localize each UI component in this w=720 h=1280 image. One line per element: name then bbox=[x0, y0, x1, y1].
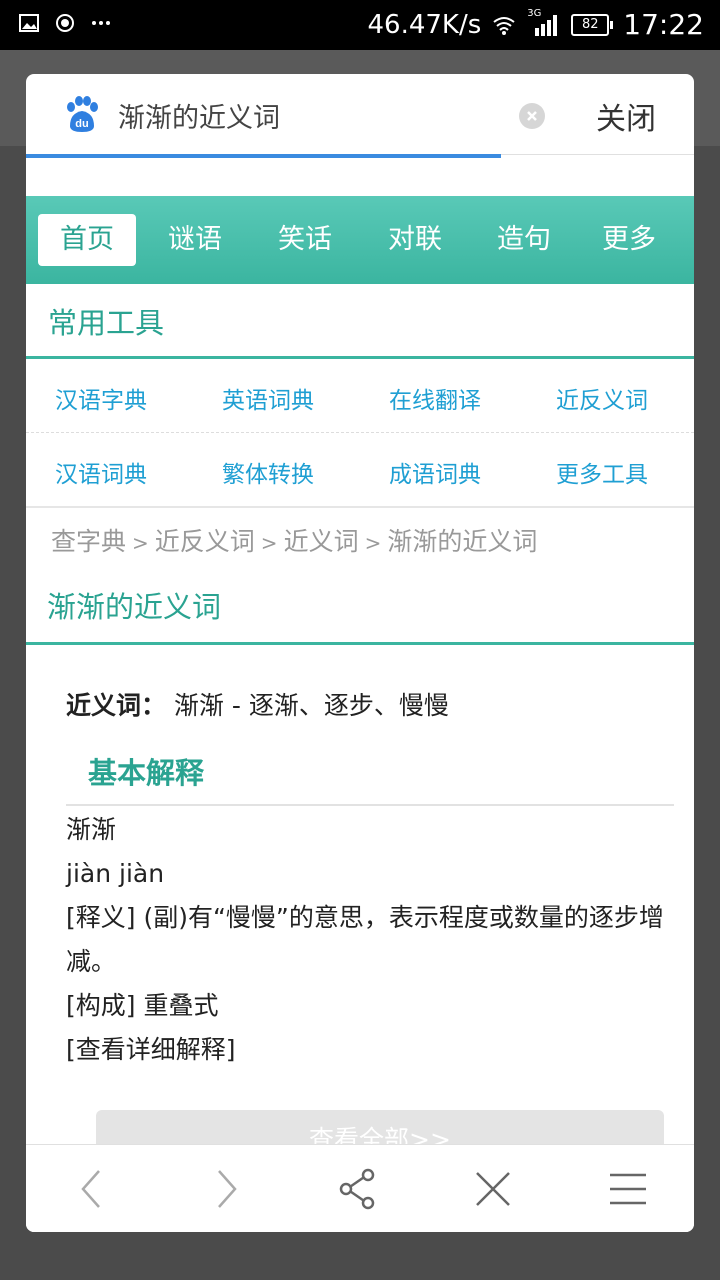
definition-block: 渐渐 jiàn jiàn [释义] (副)有“慢慢”的意思，表示程度或数量的逐步… bbox=[66, 808, 674, 1072]
divider bbox=[66, 804, 674, 806]
tools-grid: 汉语字典 英语词典 在线翻译 近反义词 汉语词典 繁体转换 成语词典 更多工具 bbox=[26, 359, 694, 508]
synonym-value: 渐渐 - 逐渐、逐步、慢慢 bbox=[173, 691, 449, 720]
view-details-link[interactable]: [查看详细解释] bbox=[66, 1028, 674, 1072]
section-heading: 基本解释 bbox=[88, 756, 205, 790]
signal-icon: 3G bbox=[527, 8, 561, 38]
breadcrumb-item[interactable]: 近反义词 bbox=[155, 527, 255, 556]
tools-row: 汉语词典 繁体转换 成语词典 更多工具 bbox=[26, 433, 694, 508]
tab-riddles[interactable]: 谜语 bbox=[152, 214, 238, 266]
composition: [构成] 重叠式 bbox=[66, 991, 219, 1020]
tab-home[interactable]: 首页 bbox=[38, 214, 136, 266]
spacer bbox=[26, 158, 694, 198]
page-heading: 渐渐的近义词 bbox=[26, 570, 694, 645]
article-content: 近义词： 渐渐 - 逐渐、逐步、慢慢 基本解释 渐渐 jiàn jiàn [释义… bbox=[66, 686, 676, 1064]
close-button[interactable]: 关闭 bbox=[596, 94, 656, 138]
svg-text:du: du bbox=[75, 118, 88, 130]
status-bar: 46.47K/s 3G 82 17:22 bbox=[0, 0, 720, 50]
baidu-logo-icon: du bbox=[67, 96, 98, 132]
share-icon[interactable] bbox=[336, 1167, 380, 1211]
word: 渐渐 bbox=[66, 815, 117, 844]
network-speed: 46.47K/s bbox=[367, 9, 482, 40]
tool-online-translate[interactable]: 在线翻译 bbox=[389, 381, 481, 415]
image-icon bbox=[19, 14, 39, 32]
tool-synonyms-antonyms[interactable]: 近反义词 bbox=[556, 381, 648, 415]
tool-idiom-dictionary[interactable]: 成语词典 bbox=[389, 455, 481, 489]
clear-search-button[interactable] bbox=[519, 103, 545, 129]
tab-couplets[interactable]: 对联 bbox=[372, 214, 458, 266]
chevron-left-icon[interactable] bbox=[71, 1167, 115, 1211]
tool-traditional-convert[interactable]: 繁体转换 bbox=[222, 455, 314, 489]
tool-chinese-dictionary[interactable]: 汉语字典 bbox=[55, 381, 147, 415]
category-nav: 首页 谜语 笑话 对联 造句 更多 bbox=[26, 196, 694, 284]
pinyin: jiàn jiàn bbox=[66, 859, 165, 888]
clock: 17:22 bbox=[623, 8, 704, 41]
wifi-icon bbox=[493, 16, 515, 35]
synonym-line: 近义词： 渐渐 - 逐渐、逐步、慢慢 bbox=[66, 691, 449, 720]
browser-panel: du 渐渐的近义词 关闭 首页 谜语 笑话 对联 造句 更多 常用工具 汉语字典… bbox=[26, 74, 694, 1232]
record-icon bbox=[56, 14, 74, 32]
breadcrumb-current: 渐渐的近义词 bbox=[387, 527, 538, 556]
breadcrumb-item[interactable]: 近义词 bbox=[284, 527, 359, 556]
chevron-right-icon[interactable] bbox=[203, 1167, 247, 1211]
close-icon[interactable] bbox=[471, 1167, 515, 1211]
battery-level: 82 bbox=[571, 13, 610, 36]
tab-sentences[interactable]: 造句 bbox=[481, 214, 567, 266]
tool-more-tools[interactable]: 更多工具 bbox=[556, 455, 648, 489]
breadcrumb-item[interactable]: 查字典 bbox=[51, 527, 126, 556]
search-bar: du 渐渐的近义词 关闭 bbox=[26, 74, 694, 155]
page-title: 渐渐的近义词 bbox=[47, 590, 222, 624]
tool-chinese-words[interactable]: 汉语词典 bbox=[55, 455, 147, 489]
more-notifications-icon bbox=[92, 21, 110, 25]
breadcrumb: 查字典 > 近反义词 > 近义词 > 渐渐的近义词 bbox=[51, 527, 538, 556]
tab-more[interactable]: 更多 bbox=[586, 214, 672, 266]
tools-title: 常用工具 bbox=[48, 306, 165, 340]
tool-english-dictionary[interactable]: 英语词典 bbox=[222, 381, 314, 415]
definition: [释义] (副)有“慢慢”的意思，表示程度或数量的逐步增减。 bbox=[66, 903, 664, 976]
battery-icon: 82 bbox=[571, 13, 614, 36]
menu-icon[interactable] bbox=[606, 1167, 650, 1211]
tools-row: 汉语字典 英语词典 在线翻译 近反义词 bbox=[26, 359, 694, 433]
tools-section-title: 常用工具 bbox=[26, 284, 694, 359]
tab-jokes[interactable]: 笑话 bbox=[262, 214, 348, 266]
clear-icon bbox=[527, 111, 537, 121]
synonym-label: 近义词 bbox=[66, 691, 142, 720]
search-query[interactable]: 渐渐的近义词 bbox=[118, 96, 280, 135]
browser-toolbar bbox=[26, 1144, 694, 1232]
